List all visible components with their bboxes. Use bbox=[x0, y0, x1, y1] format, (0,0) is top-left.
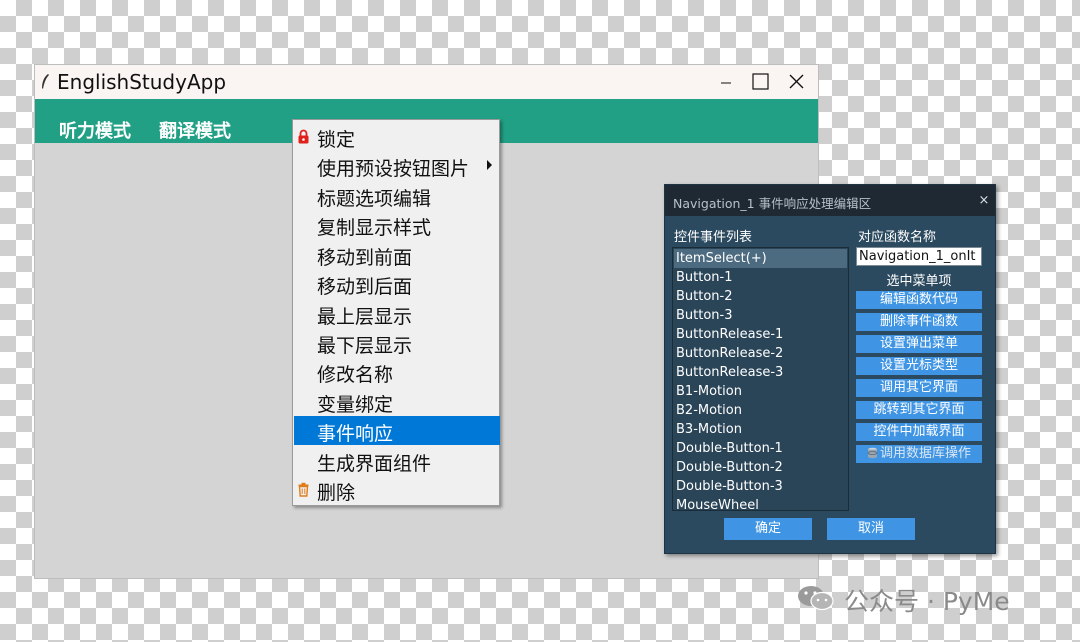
window-title: EnglishStudyApp bbox=[57, 70, 227, 94]
event-item[interactable]: B3-Motion bbox=[674, 420, 847, 439]
ctx-label: 锁定 bbox=[317, 129, 356, 151]
function-description: 选中菜单项 bbox=[886, 274, 952, 289]
ctx-item-top-layer[interactable]: 最上层显示 bbox=[294, 299, 500, 328]
events-header: 控件事件列表 bbox=[674, 230, 753, 245]
event-item[interactable]: ItemSelect(+) bbox=[674, 249, 847, 268]
event-editor-dialog: Navigation_1 事件响应处理编辑区 × 控件事件列表 对应函数名称 I… bbox=[664, 184, 996, 554]
submenu-arrow-icon bbox=[487, 160, 492, 170]
ctx-item-rename[interactable]: 修改名称 bbox=[294, 357, 500, 386]
delete-event-function-button[interactable]: 删除事件函数 bbox=[856, 313, 982, 331]
ctx-label: 使用预设按钮图片 bbox=[317, 158, 470, 180]
wechat-icon bbox=[798, 586, 834, 611]
ctx-item-preset-images[interactable]: 使用预设按钮图片 bbox=[294, 151, 500, 180]
edit-function-code-button[interactable]: 编辑函数代码 bbox=[856, 291, 982, 309]
ctx-label: 标题选项编辑 bbox=[317, 188, 432, 210]
event-item[interactable]: ButtonRelease-3 bbox=[674, 363, 847, 382]
ctx-item-move-back[interactable]: 移动到后面 bbox=[294, 269, 500, 298]
ctx-label: 移动到前面 bbox=[317, 247, 413, 269]
menu-item-translation[interactable]: 翻译模式 bbox=[159, 117, 231, 143]
event-item[interactable]: Button-1 bbox=[674, 268, 847, 287]
dialog-title-bar[interactable]: Navigation_1 事件响应处理编辑区 × bbox=[665, 185, 995, 216]
ctx-label: 生成界面组件 bbox=[317, 453, 432, 475]
database-icon bbox=[867, 447, 878, 459]
set-popup-menu-button[interactable]: 设置弹出菜单 bbox=[856, 335, 982, 353]
trash-icon bbox=[298, 482, 309, 497]
jump-to-other-form-button[interactable]: 跳转到其它界面 bbox=[856, 401, 982, 419]
event-item[interactable]: Button-3 bbox=[674, 306, 847, 325]
close-button[interactable] bbox=[778, 65, 816, 99]
maximize-icon bbox=[752, 73, 769, 90]
menu-item-listening[interactable]: 听力模式 bbox=[59, 117, 131, 143]
event-list[interactable]: ItemSelect(+) Button-1 Button-2 Button-3… bbox=[672, 247, 849, 511]
ctx-item-lock[interactable]: 锁定 bbox=[294, 122, 500, 151]
ctx-item-generate-component[interactable]: 生成界面组件 bbox=[294, 446, 500, 475]
event-item[interactable]: MouseWheel bbox=[674, 496, 847, 510]
event-item[interactable]: Double-Button-3 bbox=[674, 477, 847, 496]
ctx-item-event-response[interactable]: 事件响应 bbox=[294, 416, 500, 445]
context-menu: 锁定 使用预设按钮图片 标题选项编辑 复制显示样式 移动到前面 移动到后面 最上… bbox=[292, 119, 500, 506]
ctx-label: 删除 bbox=[317, 482, 356, 504]
feather-icon bbox=[42, 74, 49, 89]
call-other-form-button[interactable]: 调用其它界面 bbox=[856, 379, 982, 397]
ctx-item-move-front[interactable]: 移动到前面 bbox=[294, 240, 500, 269]
ctx-label: 最上层显示 bbox=[317, 306, 413, 328]
database-operation-button[interactable]: 调用数据库操作 bbox=[856, 445, 982, 463]
set-cursor-type-button[interactable]: 设置光标类型 bbox=[856, 357, 982, 375]
dialog-title: Navigation_1 事件响应处理编辑区 bbox=[673, 196, 872, 211]
close-icon bbox=[789, 74, 804, 89]
ctx-item-copy-style[interactable]: 复制显示样式 bbox=[294, 210, 500, 239]
ctx-item-title-edit[interactable]: 标题选项编辑 bbox=[294, 181, 500, 210]
dialog-close-icon[interactable]: × bbox=[977, 194, 991, 208]
ctx-label: 事件响应 bbox=[317, 423, 394, 445]
event-item[interactable]: Button-2 bbox=[674, 287, 847, 306]
ctx-item-variable-binding[interactable]: 变量绑定 bbox=[294, 387, 500, 416]
event-item[interactable]: Double-Button-1 bbox=[674, 439, 847, 458]
function-header: 对应函数名称 bbox=[858, 230, 937, 245]
title-bar[interactable]: EnglishStudyApp bbox=[35, 65, 818, 99]
ctx-item-bottom-layer[interactable]: 最下层显示 bbox=[294, 328, 500, 357]
ctx-item-delete[interactable]: 删除 bbox=[294, 475, 500, 504]
event-item[interactable]: ButtonRelease-2 bbox=[674, 344, 847, 363]
event-item[interactable]: Double-Button-2 bbox=[674, 458, 847, 477]
database-operation-label: 调用数据库操作 bbox=[879, 446, 971, 461]
ctx-label: 变量绑定 bbox=[317, 394, 394, 416]
maximize-button[interactable] bbox=[740, 65, 778, 99]
ctx-label: 修改名称 bbox=[317, 364, 394, 386]
event-item[interactable]: B1-Motion bbox=[674, 382, 847, 401]
load-form-in-control-button[interactable]: 控件中加载界面 bbox=[856, 423, 982, 441]
event-item[interactable]: B2-Motion bbox=[674, 401, 847, 420]
event-item[interactable]: ButtonRelease-1 bbox=[674, 325, 847, 344]
ctx-label: 移动到后面 bbox=[317, 276, 413, 298]
ctx-label: 复制显示样式 bbox=[317, 217, 432, 239]
ok-button[interactable]: 确定 bbox=[724, 518, 812, 540]
lock-icon bbox=[298, 129, 309, 144]
cancel-button[interactable]: 取消 bbox=[827, 518, 915, 540]
watermark-text: 公众号 · PyMe bbox=[844, 587, 1010, 616]
ctx-label: 最下层显示 bbox=[317, 335, 413, 357]
function-name-field[interactable]: Navigation_1_onIt bbox=[856, 247, 982, 266]
